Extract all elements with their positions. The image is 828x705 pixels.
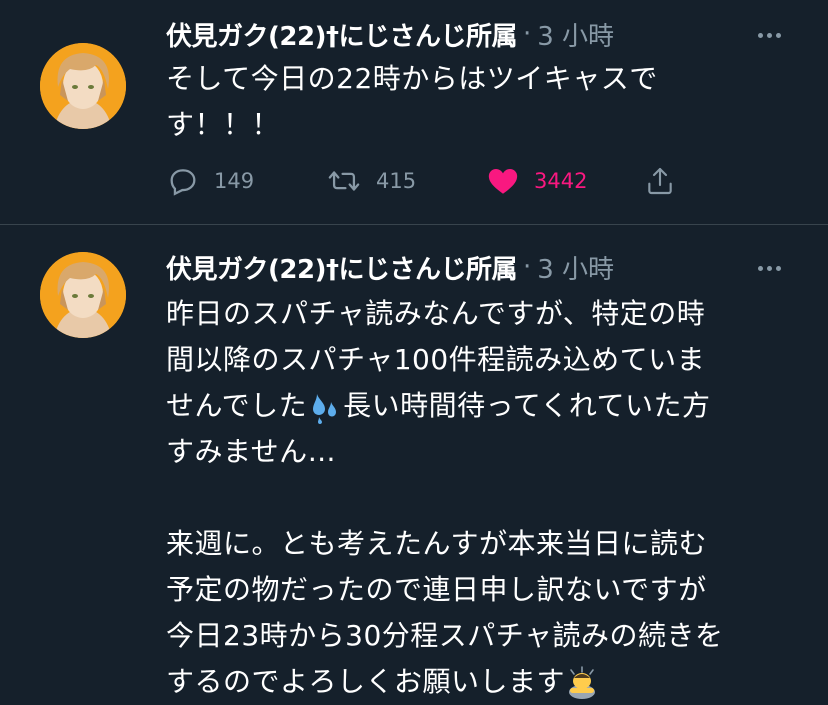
share-button[interactable] — [644, 159, 676, 203]
tweet-header: 伏見ガク(22)†にじさんじ所属 · 3 小時 — [166, 247, 614, 287]
tweet-text-line: 長い時間待ってくれていた方 — [343, 389, 711, 422]
author-name[interactable]: 伏見ガク(22)†にじさんじ所属 — [166, 16, 517, 53]
tweet-time[interactable]: 3 小時 — [537, 16, 614, 53]
header-separator: · — [522, 19, 532, 49]
like-count: 3442 — [534, 169, 588, 193]
retweet-icon — [328, 171, 360, 191]
sweat-droplets-emoji — [313, 394, 337, 424]
retweet-count: 415 — [376, 169, 417, 193]
avatar[interactable] — [40, 252, 126, 338]
like-button[interactable]: 3442 — [486, 159, 587, 203]
tweet-text-line: す！！！ — [166, 108, 281, 141]
reply-icon — [170, 169, 196, 196]
tweet-1[interactable]: 伏見ガク(22)†にじさんじ所属 · 3 小時 そして今日の22時からはツイキャ… — [0, 0, 828, 224]
tweet-text-line: するのでよろしくお願いします — [166, 665, 566, 698]
tweet-actions: 149 415 3442 — [166, 159, 726, 203]
tweet-text-line: そして今日の22時からはツイキャスで — [166, 62, 658, 95]
header-separator: · — [522, 252, 532, 282]
bowing-person-emoji — [569, 666, 596, 699]
tweet-text-line: 昨日のスパチャ読みなんですが、特定の時 — [166, 297, 706, 330]
more-icon[interactable] — [754, 20, 784, 50]
tweet-header: 伏見ガク(22)†にじさんじ所属 · 3 小時 — [166, 14, 614, 54]
tweet-text-line: すみません… — [166, 435, 337, 468]
tweet-text-line: 来週に。とも考えたんすが本来当日に読む — [166, 527, 707, 560]
share-icon — [648, 167, 672, 195]
retweet-button[interactable]: 415 — [326, 159, 416, 203]
reply-button[interactable]: 149 — [166, 159, 254, 203]
tweet-text: 昨日のスパチャ読みなんですが、特定の時 間以降のスパチャ100件程読み込めていま… — [166, 291, 796, 705]
tweet-text-line: 予定の物だったので連日申し訳ないですが — [166, 573, 707, 606]
tweet-text: そして今日の22時からはツイキャスで す！！！ — [166, 56, 796, 148]
tweet-text-line: 間以降のスパチャ100件程読み込めていま — [166, 343, 706, 376]
reply-count: 149 — [214, 169, 255, 193]
tweet-text-line: 今日23時から30分程スパチャ読みの続きを — [166, 619, 724, 652]
tweet-text-line: せんでした — [166, 389, 308, 422]
tweet-time[interactable]: 3 小時 — [537, 249, 614, 286]
author-name[interactable]: 伏見ガク(22)†にじさんじ所属 — [166, 249, 517, 286]
avatar[interactable] — [40, 43, 126, 129]
heart-icon — [488, 168, 518, 194]
tweet-2[interactable]: 伏見ガク(22)†にじさんじ所属 · 3 小時 昨日のスパチャ読みなんですが、特… — [0, 225, 828, 700]
more-icon[interactable] — [754, 253, 784, 283]
